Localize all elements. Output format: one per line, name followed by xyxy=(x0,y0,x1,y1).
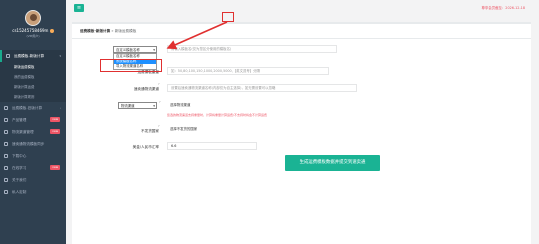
sidebar-item-my-templates[interactable]: 我的运费模板 xyxy=(0,72,66,82)
sidebar: cs15245758469m (VIP用户) 运费模板-新版计算 ▾ 新版运费模… xyxy=(0,0,66,244)
divider xyxy=(72,38,531,39)
chevron-down-icon: ▾ xyxy=(59,54,61,58)
annotation-box xyxy=(222,12,234,22)
weight-input[interactable]: 如：50,80,100,150,1000,2000,5000,【英文逗号】分隔 xyxy=(167,67,329,75)
avatar[interactable] xyxy=(25,10,41,26)
sidebar-item-channels[interactable]: 物流渠道管理 new xyxy=(0,126,66,138)
download-icon xyxy=(4,154,8,158)
aliexpress-channel-label: 速卖通物流渠道 xyxy=(133,87,159,91)
exclude-countries-link[interactable]: 选择不发货的国家 xyxy=(167,126,257,134)
exchange-rate-label: 美金/人民币汇率 xyxy=(132,145,159,149)
template-icon xyxy=(4,106,8,110)
vip-badge-icon xyxy=(49,29,54,33)
new-badge: new xyxy=(50,165,60,170)
main-panel: 运费模板-新版计算 » 新版运费模板 自定义模板名称 请输入模板名(仅为您区分使… xyxy=(72,22,531,244)
exchange-rate-input[interactable]: 6.6 xyxy=(167,142,257,150)
template-name-type-select[interactable]: 自定义模板名称 xyxy=(113,46,157,53)
sidebar-submenu: 新版运费模板 我的运费模板 新版计算运费 新版计算规则 xyxy=(0,62,66,102)
help-icon[interactable]: ? xyxy=(159,100,161,104)
template-name-input[interactable]: 请输入模板名(仅为您区分使用的模板名) xyxy=(167,45,337,53)
sidebar-item-calc-rules[interactable]: 新版计算规则 xyxy=(0,92,66,102)
sidebar-item-about[interactable]: 关于我们 xyxy=(0,174,66,186)
exclude-countries-label: 不发货国家 xyxy=(141,129,159,133)
generate-submit-button[interactable]: 生成运费模板数据并提交到速卖通 xyxy=(285,155,380,171)
chevron-right-icon: ‹ xyxy=(59,106,61,110)
breadcrumb: 运费模板-新版计算 » 新版运费模板 xyxy=(80,29,137,33)
sidebar-item-downloads[interactable]: 下载中心 xyxy=(0,150,66,162)
topbar: ≡ 尊享会员截至：2026-12-18 xyxy=(66,0,539,16)
sidebar-role: (VIP用户) xyxy=(26,34,40,38)
info-icon xyxy=(4,178,8,182)
help-icon[interactable]: ? xyxy=(158,82,160,86)
new-badge: new xyxy=(50,117,60,122)
menu-toggle-button[interactable]: ≡ xyxy=(74,4,84,12)
book-icon xyxy=(4,166,8,170)
sidebar-username[interactable]: cs15245758469m xyxy=(0,28,66,33)
sidebar-item-products[interactable]: 产品管理 new xyxy=(0,114,66,126)
sidebar-item-freight-new[interactable]: 运费模板-新版计算 ▾ xyxy=(0,50,66,62)
sidebar-item-learning[interactable]: 在线学习 new xyxy=(0,162,66,174)
annotation-box xyxy=(100,59,162,72)
sidebar-item-new-template[interactable]: 新版运费模板 xyxy=(0,62,66,72)
sidebar-item-freight-old[interactable]: 运费模板-旧版计算 ‹ xyxy=(0,102,66,114)
membership-expiry: 尊享会员截至：2026-12-18 xyxy=(481,6,525,10)
template-icon xyxy=(6,54,10,58)
sidebar-item-custom[interactable]: 私人定制 xyxy=(0,186,66,198)
product-icon xyxy=(4,118,8,122)
truck-icon xyxy=(4,130,8,134)
sync-icon xyxy=(4,142,8,146)
channel-select-link[interactable]: 选择物流渠道 xyxy=(167,102,257,110)
channel-note: 您选的物流渠道支持重量时，计算将重量计算运费/不支持时将会不计算运费 xyxy=(167,113,268,117)
user-icon xyxy=(4,190,8,194)
sidebar-item-calc-freight[interactable]: 新版计算运费 xyxy=(0,82,66,92)
sidebar-menu: 运费模板-新版计算 ▾ 新版运费模板 我的运费模板 新版计算运费 新版计算规则 … xyxy=(0,50,66,198)
channel-type-select[interactable]: 物流渠道 xyxy=(118,102,157,109)
aliexpress-channel-input[interactable]: 设置后速卖通物流渠道名称(内部仅为自主选择)，如无需设置可以忽略 xyxy=(167,84,357,92)
sidebar-item-sync[interactable]: 速卖通物流模板同步 xyxy=(0,138,66,150)
new-badge: new xyxy=(50,129,60,134)
help-icon[interactable]: ? xyxy=(158,124,160,128)
